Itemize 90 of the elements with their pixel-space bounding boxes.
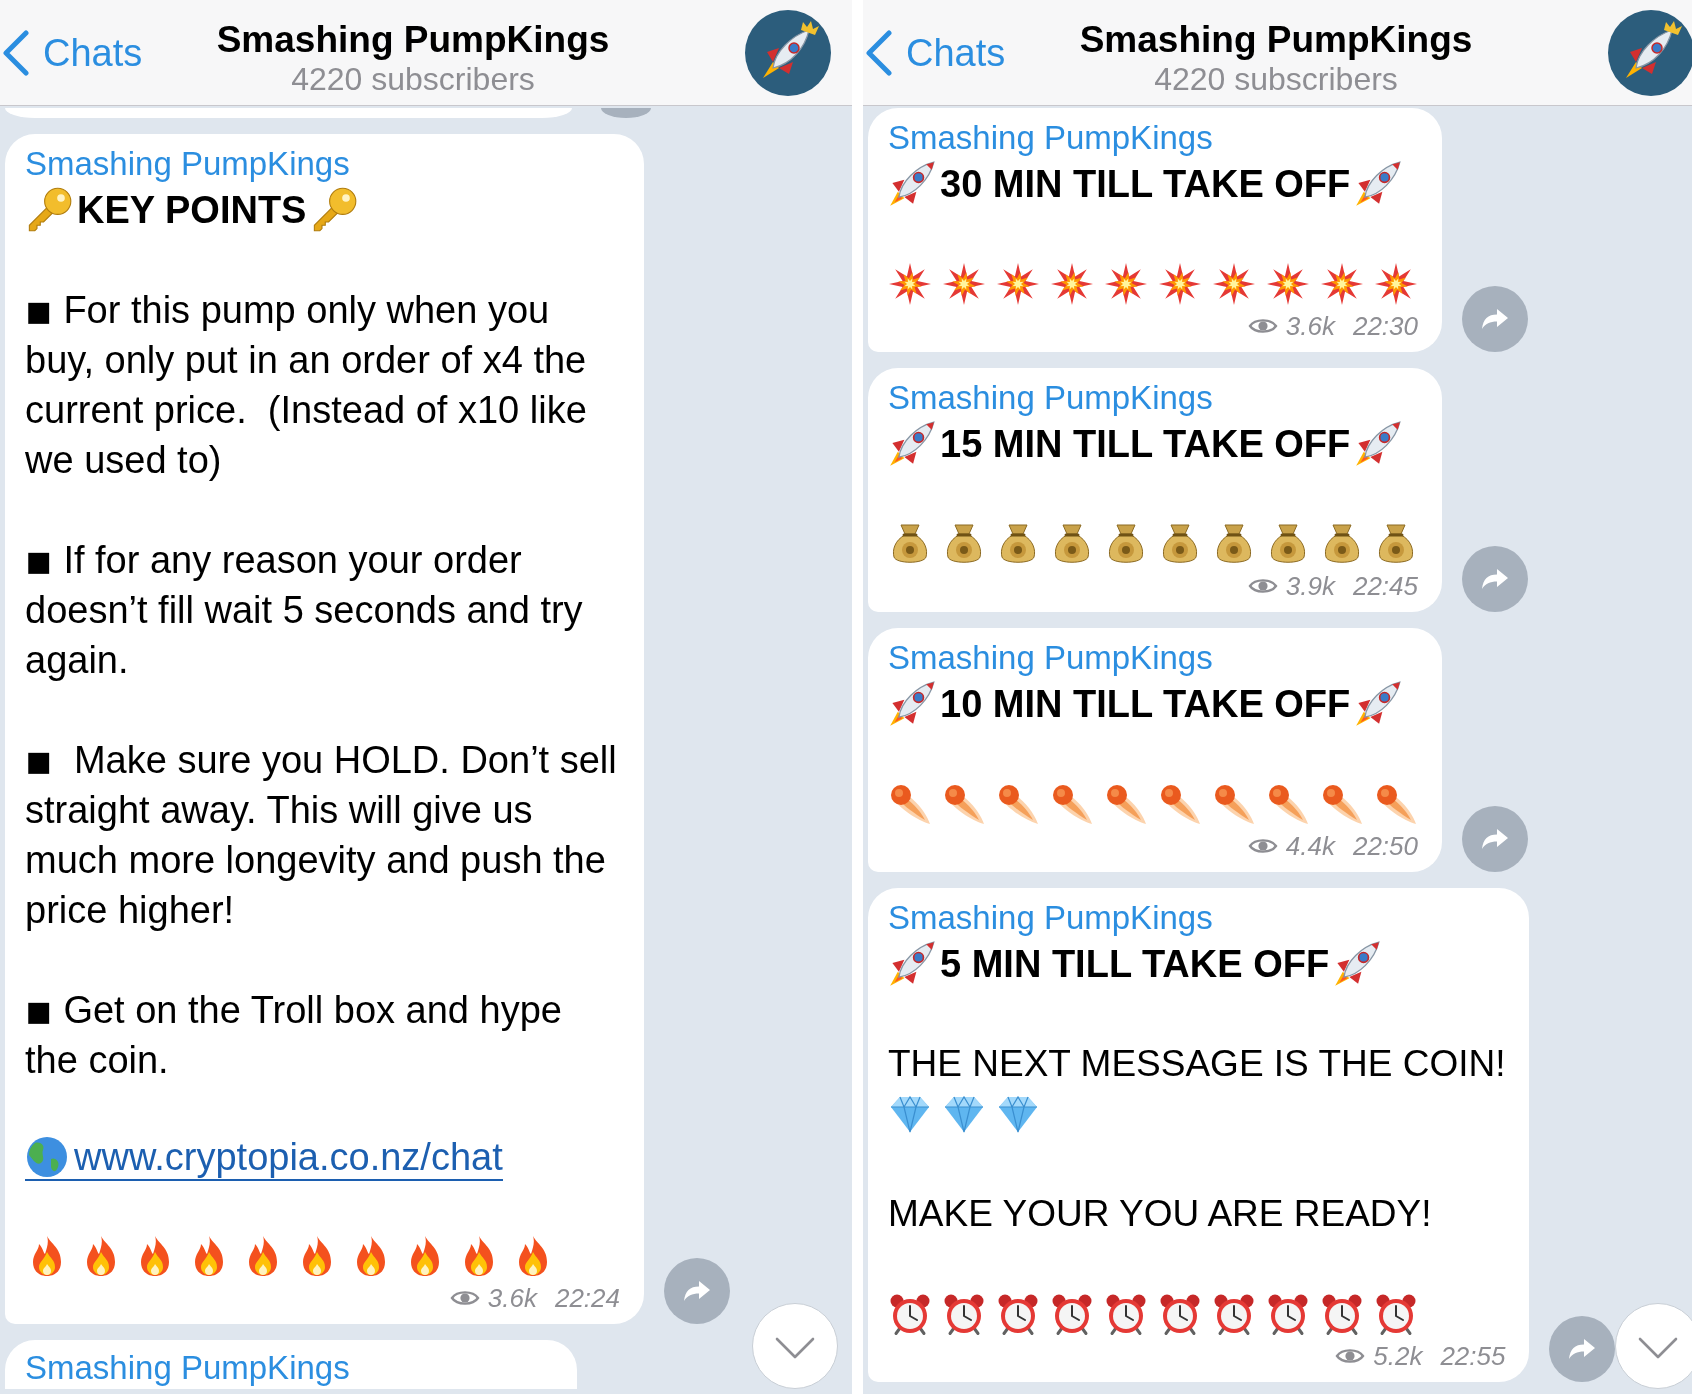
subscriber-count: 4220 subscribers — [290, 61, 536, 97]
explosion-icon — [888, 262, 932, 306]
message-title: KEY POINTS — [77, 188, 307, 233]
comet-icon — [1212, 782, 1256, 826]
comet-icon — [1104, 782, 1148, 826]
rocket-icon — [888, 940, 936, 988]
message-text: MAKE YOUR YOU ARE READY! — [888, 1192, 1433, 1236]
sender-name: Smashing PumpKings — [25, 1348, 351, 1388]
message-paragraph: ◾ If for any reason your order doesn’t fill wait 5 seconds and try again. — [25, 538, 584, 683]
eye-icon — [1247, 316, 1278, 336]
comet-icon — [1050, 782, 1094, 826]
message-paragraph: ◾ Get on the Troll box and hype the coin. — [25, 988, 563, 1083]
sender-name: Smashing PumpKings — [888, 638, 1214, 678]
eye-icon — [1247, 836, 1278, 856]
view-count: 4.4k — [1285, 831, 1335, 861]
comet-icon — [942, 782, 986, 826]
chat-link[interactable]: www.cryptopia.co.nz/chat — [25, 1135, 503, 1181]
alarm-clock-icon — [1104, 1292, 1148, 1336]
message-text: THE NEXT MESSAGE IS THE COIN! — [888, 1042, 1506, 1086]
explosion-icon — [1158, 262, 1202, 306]
channel-avatar[interactable] — [745, 9, 831, 96]
comet-icon — [1374, 782, 1418, 826]
message-time: 22:24 — [554, 1283, 620, 1313]
message-paragraph: ◾ Make sure you HOLD. Don’t sell straight away. This will give us much more longevity and push the price higher! — [25, 738, 618, 933]
alarm-clock-icon — [1374, 1292, 1418, 1336]
rocket-icon — [1354, 420, 1403, 468]
explosion-icon — [1212, 262, 1256, 306]
view-count: 3.6k — [1285, 311, 1335, 341]
rocket-icon — [888, 680, 936, 728]
alarm-clock-icon — [1212, 1292, 1256, 1336]
forward-arrow-icon — [1481, 827, 1509, 851]
channel-title: Smashing PumpKings — [1079, 19, 1473, 61]
explosion-icon — [996, 262, 1040, 306]
explosion-icon — [1104, 262, 1148, 306]
alarm-clock-icon — [1266, 1292, 1310, 1336]
back-button[interactable]: Chats — [863, 29, 1006, 76]
alarm-clock-icon — [942, 1292, 986, 1336]
forward-button[interactable] — [601, 108, 651, 118]
channel-avatar[interactable] — [1608, 9, 1692, 96]
comet-icon — [1266, 782, 1310, 826]
explosion-icon — [942, 262, 986, 306]
comet-icon — [996, 782, 1040, 826]
alarm-clock-icon — [1158, 1292, 1202, 1336]
forward-arrow-icon — [683, 1279, 711, 1303]
sender-name: Smashing PumpKings — [888, 378, 1214, 418]
eye-icon — [1335, 1346, 1366, 1366]
rocket-icon — [1354, 160, 1403, 208]
alarm-clock-icon — [1050, 1292, 1094, 1336]
globe-icon — [25, 1135, 69, 1179]
message-paragraph: ◾ For this pump only when you buy, only put in an order of x4 the current price. (Instead of x10 like we used to) — [25, 288, 588, 483]
chevron-left-icon — [865, 29, 893, 76]
message-title: 30 MIN TILL TAKE OFF — [940, 162, 1351, 207]
rocket-icon — [888, 160, 936, 208]
message-title: 10 MIN TILL TAKE OFF — [940, 682, 1351, 727]
comet-icon — [888, 782, 932, 826]
back-button[interactable]: Chats — [0, 29, 143, 76]
alarm-clock-icon — [888, 1292, 932, 1336]
comet-icon — [1320, 782, 1364, 826]
message-time: 22:55 — [1440, 1341, 1506, 1371]
message-time: 22:45 — [1352, 571, 1418, 601]
explosion-icon — [1374, 262, 1418, 306]
forward-arrow-icon — [1568, 1337, 1597, 1361]
alarm-clock-icon — [996, 1292, 1040, 1336]
explosion-icon — [1050, 262, 1094, 306]
forward-arrow-icon — [1481, 567, 1509, 591]
chevron-down-icon — [1638, 1337, 1678, 1359]
message-title: 15 MIN TILL TAKE OFF — [940, 422, 1351, 467]
rocket-icon — [1354, 680, 1403, 728]
eye-icon — [1247, 576, 1278, 596]
chevron-left-icon — [2, 29, 30, 76]
alarm-clock-icon — [1320, 1292, 1364, 1336]
rocket-icon — [1333, 940, 1382, 988]
sender-name: Smashing PumpKings — [888, 898, 1214, 938]
explosion-icon — [1266, 262, 1310, 306]
chevron-down-icon — [775, 1337, 815, 1359]
comet-icon — [1158, 782, 1202, 826]
view-count: 5.2k — [1373, 1341, 1423, 1371]
channel-title: Smashing PumpKings — [216, 19, 610, 61]
message-time: 22:30 — [1352, 311, 1418, 341]
subscriber-count: 4220 subscribers — [1153, 61, 1399, 97]
rocket-icon — [888, 420, 936, 468]
message-title: 5 MIN TILL TAKE OFF — [940, 942, 1330, 987]
sender-name: Smashing PumpKings — [888, 118, 1214, 158]
view-count: 3.9k — [1285, 571, 1335, 601]
message-time: 22:50 — [1352, 831, 1418, 861]
forward-arrow-icon — [1481, 307, 1509, 331]
sender-name: Smashing PumpKings — [25, 144, 351, 184]
explosion-icon — [1320, 262, 1364, 306]
eye-icon — [449, 1288, 480, 1308]
view-count: 3.6k — [487, 1283, 537, 1313]
